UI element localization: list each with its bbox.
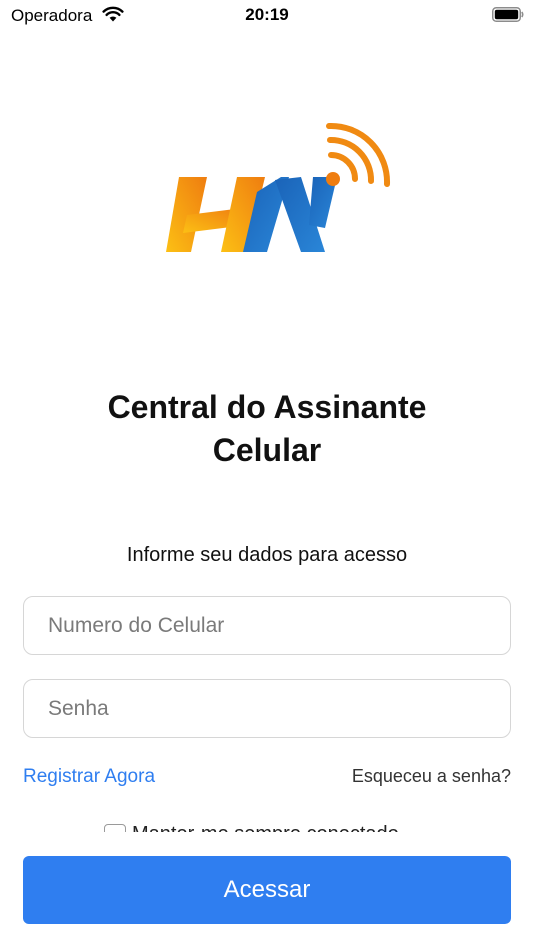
instructions-text: Informe seu dados para acesso: [126, 544, 408, 566]
app-title: Central do Assinante Celular: [107, 389, 427, 468]
clock: 20:19: [245, 5, 289, 24]
login-screen: Operadora 20:19 Central do Assinante Cel…: [0, 0, 534, 950]
submit-button[interactable]: Acessar: [23, 856, 511, 924]
brand-logo: [166, 122, 391, 252]
password-input[interactable]: [24, 680, 510, 737]
remember-me-checkbox[interactable]: [104, 823, 126, 832]
remember-me-label: Manter-me sempre conectado: [132, 823, 399, 832]
phone-input[interactable]: [24, 597, 510, 654]
forgot-password-link[interactable]: Esqueceu a senha?: [352, 766, 511, 787]
status-bar: Operadora 20:19: [0, 0, 534, 32]
battery-icon: [492, 7, 524, 22]
phone-field[interactable]: [23, 596, 511, 655]
remember-me-row: Manter-me sempre conectado: [0, 818, 534, 832]
register-link[interactable]: Registrar Agora: [23, 766, 155, 788]
password-field[interactable]: [23, 679, 511, 738]
